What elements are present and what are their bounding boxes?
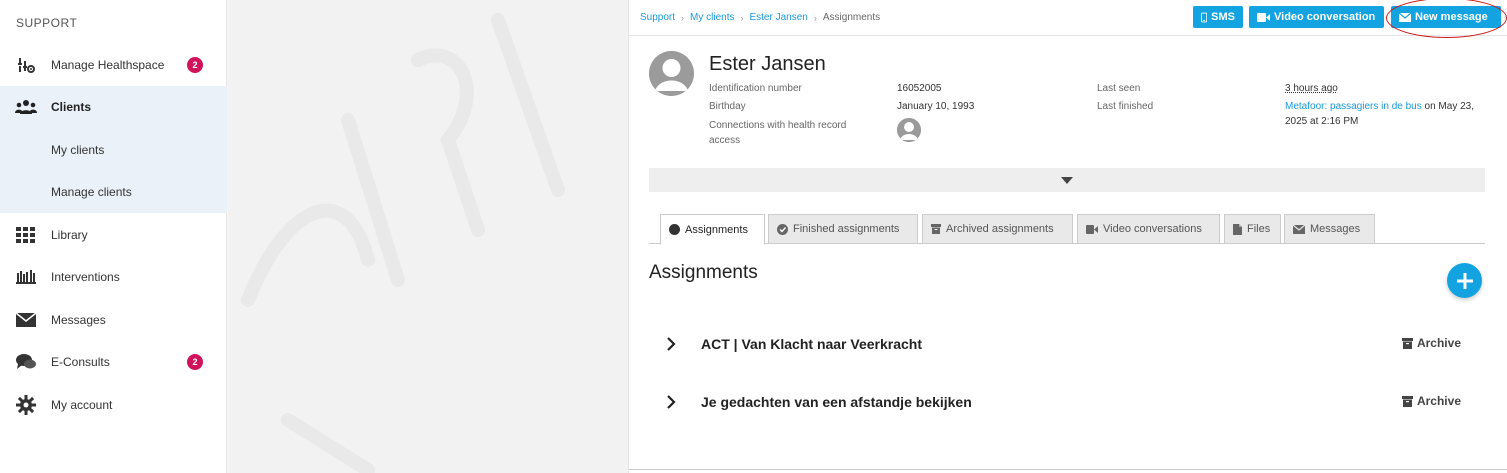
sidebar-item-manage-healthspace[interactable]: Manage Healthspace 2 [0, 44, 227, 86]
sidebar-item-label: My account [51, 398, 113, 412]
breadcrumb-support[interactable]: Support [640, 12, 675, 23]
archive-icon [931, 224, 941, 234]
breadcrumb: Support › My clients › Ester Jansen › As… [640, 12, 880, 23]
archive-label: Archive [1416, 394, 1461, 408]
breadcrumb-client[interactable]: Ester Jansen [749, 12, 807, 23]
tab-label: Archived assignments [946, 223, 1054, 235]
last-finished-link[interactable]: Metafoor: passagiers in de bus [1285, 101, 1422, 112]
chevron-right-icon[interactable] [663, 394, 679, 410]
birthday-value: January 10, 1993 [897, 101, 975, 112]
tab-label: Assignments [685, 223, 748, 236]
add-assignment-button[interactable] [1447, 263, 1482, 298]
chevron-right-icon: › [681, 12, 685, 23]
sidebar-item-e-consults[interactable]: E-Consults 2 [0, 341, 227, 383]
sidebar-item-my-clients[interactable]: My clients [0, 128, 227, 171]
birthday-label: Birthday [709, 101, 746, 112]
divider [629, 469, 1507, 470]
video-conversation-button[interactable]: Video conversation [1249, 6, 1384, 28]
assignment-title[interactable]: ACT | Van Klacht naar Veerkracht [701, 336, 922, 352]
sidebar-item-manage-clients[interactable]: Manage clients [0, 171, 227, 213]
sidebar-item-my-account[interactable]: My account [0, 384, 227, 426]
grid-icon [15, 224, 37, 246]
chat-icon [15, 351, 37, 373]
sidebar: SUPPORT Manage Healthspace 2 Clients My … [0, 0, 227, 473]
archive-label: Archive [1416, 336, 1461, 350]
sidebar-item-label: Clients [51, 100, 92, 114]
books-icon [15, 266, 37, 288]
archive-button[interactable]: Archive [1401, 336, 1461, 350]
client-name: Ester Jansen [709, 53, 826, 75]
file-icon [1233, 223, 1242, 235]
video-icon [1257, 12, 1270, 22]
sidebar-item-label: Interventions [51, 270, 120, 284]
sidebar-item-clients[interactable]: Clients [0, 86, 227, 128]
last-seen-value: 3 hours ago [1285, 83, 1338, 94]
tab-assignments[interactable]: Assignments [660, 214, 765, 245]
tab-label: Video conversations [1103, 223, 1202, 235]
chevron-right-icon: › [813, 12, 817, 23]
main-panel: Support › My clients › Ester Jansen › As… [628, 0, 1507, 473]
tab-messages[interactable]: Messages [1284, 214, 1375, 244]
video-icon [1086, 224, 1098, 234]
last-seen-label: Last seen [1097, 83, 1141, 94]
tab-finished-assignments[interactable]: Finished assignments [768, 214, 918, 244]
sidebar-item-label: Library [51, 228, 88, 242]
sidebar-item-label: Manage Healthspace [51, 58, 165, 72]
archive-button[interactable]: Archive [1401, 394, 1461, 408]
tab-label: Finished assignments [793, 223, 900, 235]
sms-label: SMS [1211, 11, 1235, 23]
last-finished-value: Metafoor: passagiers in de bus on May 23… [1285, 99, 1475, 129]
notification-badge: 2 [187, 354, 203, 370]
sidebar-item-label: Manage clients [51, 185, 132, 199]
identification-label: Identification number [709, 83, 802, 94]
sidebar-item-messages[interactable]: Messages [0, 299, 227, 341]
sms-button[interactable]: SMS [1193, 6, 1243, 28]
connections-label: Connections with health record access [709, 120, 847, 146]
archive-icon [1401, 395, 1413, 407]
avatar [649, 51, 694, 96]
circle-icon [669, 224, 680, 235]
section-title: Assignments [649, 262, 758, 283]
check-circle-icon [777, 223, 788, 235]
healthspace-icon [15, 54, 37, 76]
plus-icon [1456, 272, 1473, 289]
users-icon [15, 96, 37, 118]
client-tabs: Assignments Finished assignments Archive… [649, 214, 1485, 245]
envelope-icon [15, 309, 37, 331]
tab-archived-assignments[interactable]: Archived assignments [922, 214, 1073, 244]
tab-label: Messages [1310, 223, 1361, 235]
gear-icon [15, 394, 37, 416]
envelope-icon [1293, 224, 1305, 234]
list-item[interactable]: Je gedachten van een afstandje bekijken … [649, 382, 1485, 422]
video-conversation-label: Video conversation [1274, 11, 1376, 23]
breadcrumb-my-clients[interactable]: My clients [690, 12, 734, 23]
tab-video-conversations[interactable]: Video conversations [1077, 214, 1220, 244]
connection-avatar[interactable] [897, 118, 921, 142]
background-area [228, 0, 627, 473]
phone-icon [1201, 12, 1208, 22]
tab-files[interactable]: Files [1224, 214, 1281, 244]
expand-details-toggle[interactable] [649, 168, 1485, 192]
top-bar: Support › My clients › Ester Jansen › As… [629, 0, 1507, 38]
sidebar-title: SUPPORT [16, 16, 78, 30]
highlight-annotation [1386, 0, 1507, 38]
sidebar-item-label: E-Consults [51, 355, 110, 369]
last-finished-label: Last finished [1097, 101, 1154, 112]
archive-icon [1401, 337, 1413, 349]
assignment-title[interactable]: Je gedachten van een afstandje bekijken [701, 394, 972, 410]
background-watermark [241, 13, 565, 473]
sidebar-item-interventions[interactable]: Interventions [0, 256, 227, 298]
chevron-right-icon: › [740, 12, 744, 23]
tab-label: Files [1247, 223, 1271, 235]
chevron-right-icon[interactable] [663, 336, 679, 352]
notification-badge: 2 [187, 57, 203, 73]
list-item[interactable]: ACT | Van Klacht naar Veerkracht Archive [649, 324, 1485, 364]
sidebar-item-library[interactable]: Library [0, 214, 227, 256]
sidebar-item-label: Messages [51, 313, 106, 327]
caret-down-icon [1061, 176, 1073, 184]
identification-value: 16052005 [897, 83, 942, 94]
breadcrumb-current: Assignments [822, 12, 881, 23]
sidebar-item-label: My clients [51, 142, 105, 157]
